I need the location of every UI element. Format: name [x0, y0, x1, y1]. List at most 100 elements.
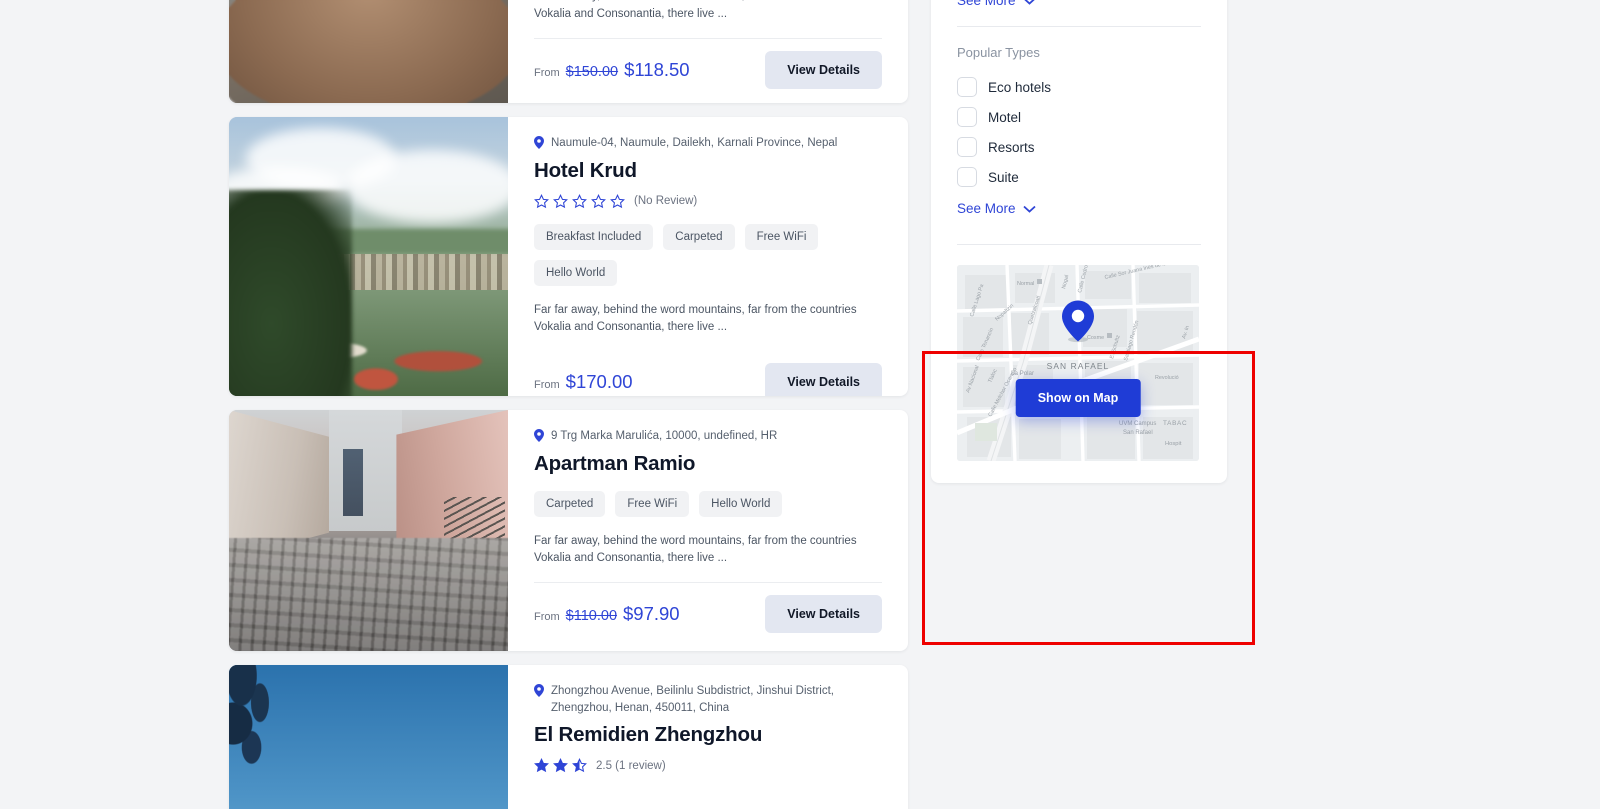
result-card[interactable]: 9 Trg Marka Marulića, 10000, undefined, … [229, 410, 908, 651]
amenity-tag-list: Breakfast Included Carpeted Free WiFi He… [534, 223, 882, 286]
view-details-button[interactable]: View Details [765, 595, 882, 634]
address-text: Naumule-04, Naumule, Dailekh, Karnali Pr… [551, 137, 838, 149]
result-card[interactable]: Zhongzhou Avenue, Beilinlu Subdistrict, … [229, 665, 908, 809]
svg-text:TABAC: TABAC [1163, 420, 1187, 427]
thumbnail-image [229, 0, 508, 103]
star-icon [591, 193, 606, 208]
see-more-facilities-button[interactable]: See More [957, 0, 1036, 8]
checkbox-icon[interactable] [957, 167, 977, 187]
filter-group-facilities: Sofa bed Towels Wake-up service See More [957, 0, 1201, 22]
search-results-list: Far far away, behind the word mountains,… [229, 0, 908, 809]
star-rating[interactable] [534, 193, 625, 209]
view-details-button[interactable]: View Details [765, 51, 882, 89]
filter-checkbox-row[interactable]: Eco hotels [957, 72, 1201, 102]
amenity-tag: Carpeted [663, 223, 735, 250]
filter-checkbox-row[interactable]: Resorts [957, 132, 1201, 162]
review-count: (No Review) [634, 195, 698, 208]
filter-checkbox-row[interactable]: Motel [957, 102, 1201, 132]
amenity-tag-list: Carpeted Free WiFi Hello World [534, 490, 882, 517]
location-pin-icon [534, 429, 544, 442]
rating-row: (No Review) [534, 193, 882, 209]
price-current: $170.00 [565, 371, 633, 393]
show-on-map-button[interactable]: Show on Map [1015, 378, 1141, 417]
page-root: Far far away, behind the word mountains,… [0, 0, 1600, 809]
chevron-down-icon [1022, 205, 1036, 213]
sidebar-divider [957, 26, 1201, 27]
amenity-tag: Free WiFi [744, 223, 819, 250]
map-thumbnail[interactable]: Calle Lago Pa Normal Nopaltzin Quetzalco… [957, 265, 1199, 461]
filter-label: Motel [988, 109, 1022, 125]
amenity-tag: Free WiFi [615, 490, 690, 517]
hotel-name[interactable]: El Remidien Zhengzhou [534, 723, 882, 747]
hotel-address: Naumule-04, Naumule, Dailekh, Karnali Pr… [534, 135, 882, 152]
review-count: 2.5 (1 review) [596, 759, 666, 772]
map-pin-icon [1062, 300, 1094, 347]
price-block: From $170.00 [534, 371, 633, 393]
hotel-thumbnail[interactable] [229, 0, 508, 103]
star-icon-half [572, 758, 587, 773]
svg-text:Revolució: Revolució [1155, 375, 1179, 381]
filter-group-popular-types: Popular Types Eco hotels Motel Resorts S… [957, 31, 1201, 230]
card-footer: From $110.00 $97.90 View Details [534, 595, 882, 634]
see-more-label: See More [957, 201, 1016, 216]
see-more-types-button[interactable]: See More [957, 201, 1036, 216]
filter-label: Eco hotels [988, 79, 1052, 95]
price-current: $118.50 [624, 59, 690, 80]
address-text: Zhongzhou Avenue, Beilinlu Subdistrict, … [551, 685, 834, 714]
svg-text:San Rafael: San Rafael [1123, 430, 1153, 436]
amenity-tag: Carpeted [534, 490, 606, 517]
card-divider [534, 38, 882, 39]
sidebar-divider [957, 244, 1201, 245]
star-icon [610, 193, 625, 208]
svg-text:La Polar: La Polar [1011, 370, 1034, 377]
card-content: Zhongzhou Avenue, Beilinlu Subdistrict, … [508, 665, 908, 809]
thumbnail-image [229, 117, 508, 396]
hotel-name[interactable]: Apartman Ramio [534, 452, 882, 476]
map-preview-block: Calle Lago Pa Normal Nopaltzin Quetzalco… [957, 249, 1201, 483]
hotel-description: Far far away, behind the word mountains,… [534, 303, 857, 334]
location-pin-icon [534, 136, 544, 149]
svg-text:Normal: Normal [1017, 281, 1034, 287]
checkbox-icon[interactable] [957, 107, 977, 127]
amenity-tag: Hello World [534, 259, 618, 286]
hotel-address: Zhongzhou Avenue, Beilinlu Subdistrict, … [534, 683, 882, 716]
view-details-button[interactable]: View Details [765, 363, 882, 396]
price-block: From $150.00 $118.50 [534, 59, 690, 81]
see-more-label: See More [957, 0, 1016, 8]
card-footer: From $170.00 View Details [534, 363, 882, 396]
amenity-tag: Hello World [699, 490, 783, 517]
card-divider [534, 582, 882, 584]
price-original: $110.00 [565, 608, 618, 625]
checkbox-icon[interactable] [957, 137, 977, 157]
filter-group-title: Popular Types [957, 45, 1040, 60]
hotel-thumbnail[interactable] [229, 117, 508, 396]
from-label: From [534, 379, 560, 392]
star-icon [534, 193, 549, 208]
card-content: 9 Trg Marka Marulića, 10000, undefined, … [508, 410, 908, 651]
thumbnail-image [229, 665, 508, 809]
filters-sidebar: Sofa bed Towels Wake-up service See More… [931, 0, 1227, 483]
hotel-name[interactable]: Hotel Krud [534, 159, 882, 183]
hotel-address: 9 Trg Marka Marulića, 10000, undefined, … [534, 428, 882, 445]
svg-text:Hospit: Hospit [1165, 441, 1182, 447]
chevron-down-icon [1024, 0, 1034, 5]
star-rating[interactable] [534, 758, 587, 773]
hotel-thumbnail[interactable] [229, 410, 508, 651]
map-area-label: SAN RAFAEL [1047, 361, 1110, 371]
star-icon [553, 193, 568, 208]
rating-row: 2.5 (1 review) [534, 758, 882, 773]
filter-checkbox-row[interactable]: Suite [957, 162, 1201, 192]
from-label: From [534, 67, 560, 79]
filter-label: Resorts [988, 139, 1035, 155]
hotel-thumbnail[interactable] [229, 665, 508, 809]
svg-text:UVM Campus: UVM Campus [1119, 421, 1156, 427]
star-icon [572, 193, 587, 208]
thumbnail-image [229, 410, 508, 651]
checkbox-icon[interactable] [957, 77, 977, 97]
price-block: From $110.00 $97.90 [534, 603, 680, 625]
hotel-description: Far far away, behind the word mountains,… [534, 0, 857, 21]
result-card[interactable]: Naumule-04, Naumule, Dailekh, Karnali Pr… [229, 117, 908, 396]
result-card[interactable]: Far far away, behind the word mountains,… [229, 0, 908, 103]
location-pin-icon [534, 684, 544, 697]
star-icon [553, 758, 568, 773]
